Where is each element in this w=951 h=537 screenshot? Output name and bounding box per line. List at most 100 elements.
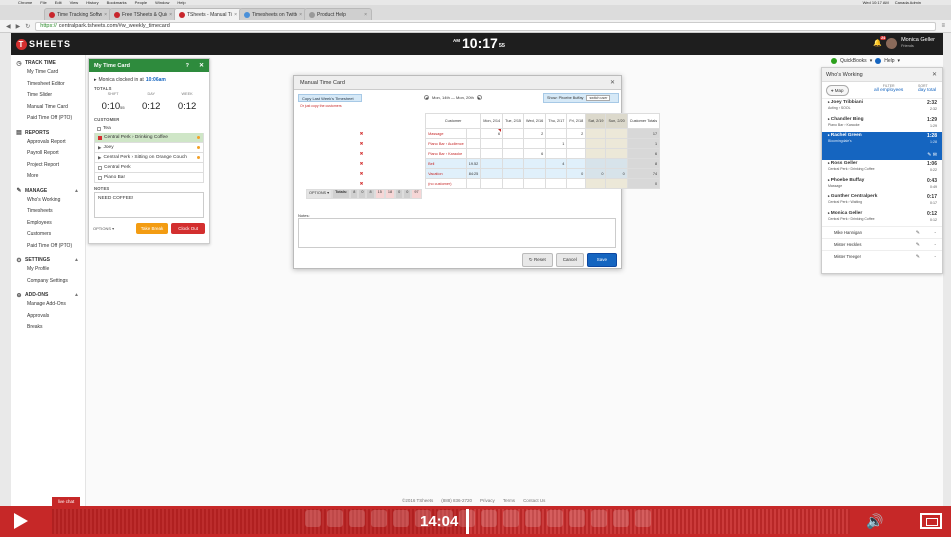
whos-working-header[interactable]: Who's Working ✕: [822, 68, 942, 82]
sidebar-item-whos-working[interactable]: Who's Working: [11, 195, 85, 207]
working-employee[interactable]: Phoebe Buffay0:43 Massage 0:49: [822, 177, 942, 194]
sidebar-item-approvals[interactable]: Approvals: [11, 311, 85, 323]
sidebar-section-track[interactable]: ◷ TRACK TIME: [11, 59, 85, 67]
play-icon[interactable]: [14, 513, 28, 529]
chevron-up-icon[interactable]: ▲: [74, 257, 79, 263]
remove-row-icon[interactable]: ✖: [298, 149, 426, 159]
seek-handle[interactable]: [466, 509, 469, 534]
fullscreen-icon[interactable]: [920, 513, 942, 529]
edit-icon[interactable]: ✎: [916, 254, 920, 260]
customer-option[interactable]: Central Perk: [94, 163, 204, 173]
avatar[interactable]: [886, 37, 898, 49]
chevron-up-icon[interactable]: ▲: [74, 292, 79, 298]
day-hours-input[interactable]: [585, 158, 607, 169]
sidebar-item-project-report[interactable]: Project Report: [11, 160, 85, 172]
working-employee[interactable]: Ross Geller1:06 Central Perk › Drinking C…: [822, 160, 942, 177]
customer-option[interactable]: ▶ Central Perk › Sitting on Orange Couch: [94, 153, 204, 163]
day-hours-input[interactable]: [502, 128, 525, 139]
clock-out-button[interactable]: Clock Out: [171, 223, 205, 234]
day-hours-input[interactable]: 4: [545, 158, 568, 169]
day-hours-input[interactable]: [502, 158, 525, 169]
next-week-icon[interactable]: ▶: [476, 95, 482, 100]
switch-user-select[interactable]: switch user: [586, 95, 611, 101]
close-tab-icon[interactable]: ×: [104, 12, 107, 18]
tsheets-logo[interactable]: T SHEETS: [16, 38, 71, 50]
sidebar-item-more[interactable]: More: [11, 171, 85, 183]
customer-option[interactable]: ▶ Joey: [94, 143, 204, 153]
quickbooks-menu[interactable]: QuickBooks: [840, 58, 867, 64]
offline-employee[interactable]: Mister Treeger ✎ -: [822, 250, 942, 262]
sidebar-item-employees[interactable]: Employees: [11, 218, 85, 230]
close-tab-icon[interactable]: ×: [234, 12, 237, 18]
sidebar-item-breaks[interactable]: Breaks: [11, 322, 85, 334]
sidebar-item-manual-time-card[interactable]: Manual Time Card: [11, 102, 85, 114]
copy-last-week-button[interactable]: Copy Last Week's Timesheet: [298, 94, 362, 102]
day-hours-input[interactable]: [523, 138, 547, 149]
day-hours-input[interactable]: [502, 168, 525, 179]
cancel-button[interactable]: Cancel: [555, 253, 584, 267]
close-icon[interactable]: ✕: [932, 71, 937, 78]
day-hours-input[interactable]: 0: [566, 168, 587, 179]
close-tab-icon[interactable]: ×: [299, 12, 302, 18]
dialog-notes-field[interactable]: [298, 218, 616, 248]
close-icon[interactable]: ✕: [610, 79, 615, 86]
sidebar-item-manage-pto[interactable]: Paid Time Off (PTO): [11, 241, 85, 253]
filter-control[interactable]: FILTER all employees: [874, 84, 903, 93]
working-employee[interactable]: Gunther Centralperk0:17Central Perk › Wa…: [822, 193, 942, 210]
day-hours-input[interactable]: [480, 178, 504, 189]
day-hours-input[interactable]: 6: [480, 128, 504, 139]
day-hours-input[interactable]: [480, 148, 504, 159]
row-customer[interactable]: Piano Bar › Audience: [425, 138, 467, 149]
take-break-button[interactable]: Take Break: [135, 223, 169, 234]
day-hours-input[interactable]: [566, 158, 587, 169]
offline-employee[interactable]: Mister Heckles ✎ -: [822, 238, 942, 250]
browser-tab[interactable]: Time Tracking Software Co×: [44, 8, 112, 20]
notification-bell-icon[interactable]: 🔔 24: [873, 35, 887, 48]
remove-row-icon[interactable]: ✖: [298, 129, 426, 139]
browser-tab[interactable]: Free TSheets & QuickBooks×: [109, 8, 177, 20]
day-hours-input[interactable]: [545, 148, 568, 159]
sidebar-item-payroll-report[interactable]: Payroll Report: [11, 148, 85, 160]
notes-field[interactable]: NEED COFFEE!: [94, 192, 204, 218]
footer-terms-link[interactable]: Terms: [503, 498, 515, 503]
day-hours-input[interactable]: [502, 178, 525, 189]
customer-option[interactable]: Piano Bar: [94, 173, 204, 183]
row-customer[interactable]: Piano Bar › Karaoke: [425, 148, 467, 159]
footer-privacy-link[interactable]: Privacy: [480, 498, 495, 503]
day-hours-input[interactable]: [585, 138, 607, 149]
browser-tab[interactable]: Timesheets on Twitter | L×: [239, 8, 307, 20]
sidebar-section-manage[interactable]: ✎ MANAGE ▲: [11, 187, 85, 195]
forward-arrow-icon[interactable]: ▶: [16, 23, 21, 30]
remove-row-icon[interactable]: ✖: [298, 169, 426, 179]
sidebar-item-my-time-card[interactable]: My Time Card: [11, 67, 85, 79]
message-icon[interactable]: ✉: [933, 152, 937, 158]
day-hours-input[interactable]: [585, 178, 607, 189]
day-hours-input[interactable]: [566, 138, 587, 149]
user-menu[interactable]: 🔔 24 Monica Geller Friends: [873, 35, 935, 49]
sidebar-item-customers[interactable]: Customers: [11, 229, 85, 241]
back-arrow-icon[interactable]: ◀: [6, 23, 11, 30]
day-hours-input[interactable]: [502, 148, 525, 159]
day-hours-input[interactable]: [523, 178, 547, 189]
day-hours-input[interactable]: [605, 178, 628, 189]
day-hours-input[interactable]: [545, 178, 568, 189]
chevron-down-icon[interactable]: ▾: [898, 58, 901, 64]
sidebar-item-my-profile[interactable]: My Profile: [11, 264, 85, 276]
offline-employee[interactable]: Mike Hannigan ✎ -: [822, 226, 942, 238]
edit-icon[interactable]: ✎: [927, 152, 931, 158]
help-icon[interactable]: ?: [186, 63, 189, 69]
edit-icon[interactable]: ✎: [916, 242, 920, 248]
day-hours-input[interactable]: [605, 138, 628, 149]
sidebar-section-reports[interactable]: ▤ REPORTS: [11, 129, 85, 137]
browser-tab[interactable]: Product Help ×: [304, 8, 372, 20]
sidebar-item-pto[interactable]: Paid Time Off (PTO): [11, 113, 85, 125]
working-employee[interactable]: Joey Tribbiani2:32Acting › SOOL2:32: [822, 99, 942, 116]
row-customer[interactable]: (no customer): [425, 178, 467, 189]
sidebar-section-settings[interactable]: ⚙ SETTINGS ▲: [11, 256, 85, 264]
remove-row-icon[interactable]: ✖: [298, 139, 426, 149]
day-hours-input[interactable]: [523, 168, 547, 179]
day-hours-input[interactable]: [480, 168, 504, 179]
customer-option[interactable]: Tea: [94, 124, 204, 133]
chevron-up-icon[interactable]: ▲: [74, 188, 79, 194]
day-hours-input[interactable]: 6: [523, 148, 547, 159]
